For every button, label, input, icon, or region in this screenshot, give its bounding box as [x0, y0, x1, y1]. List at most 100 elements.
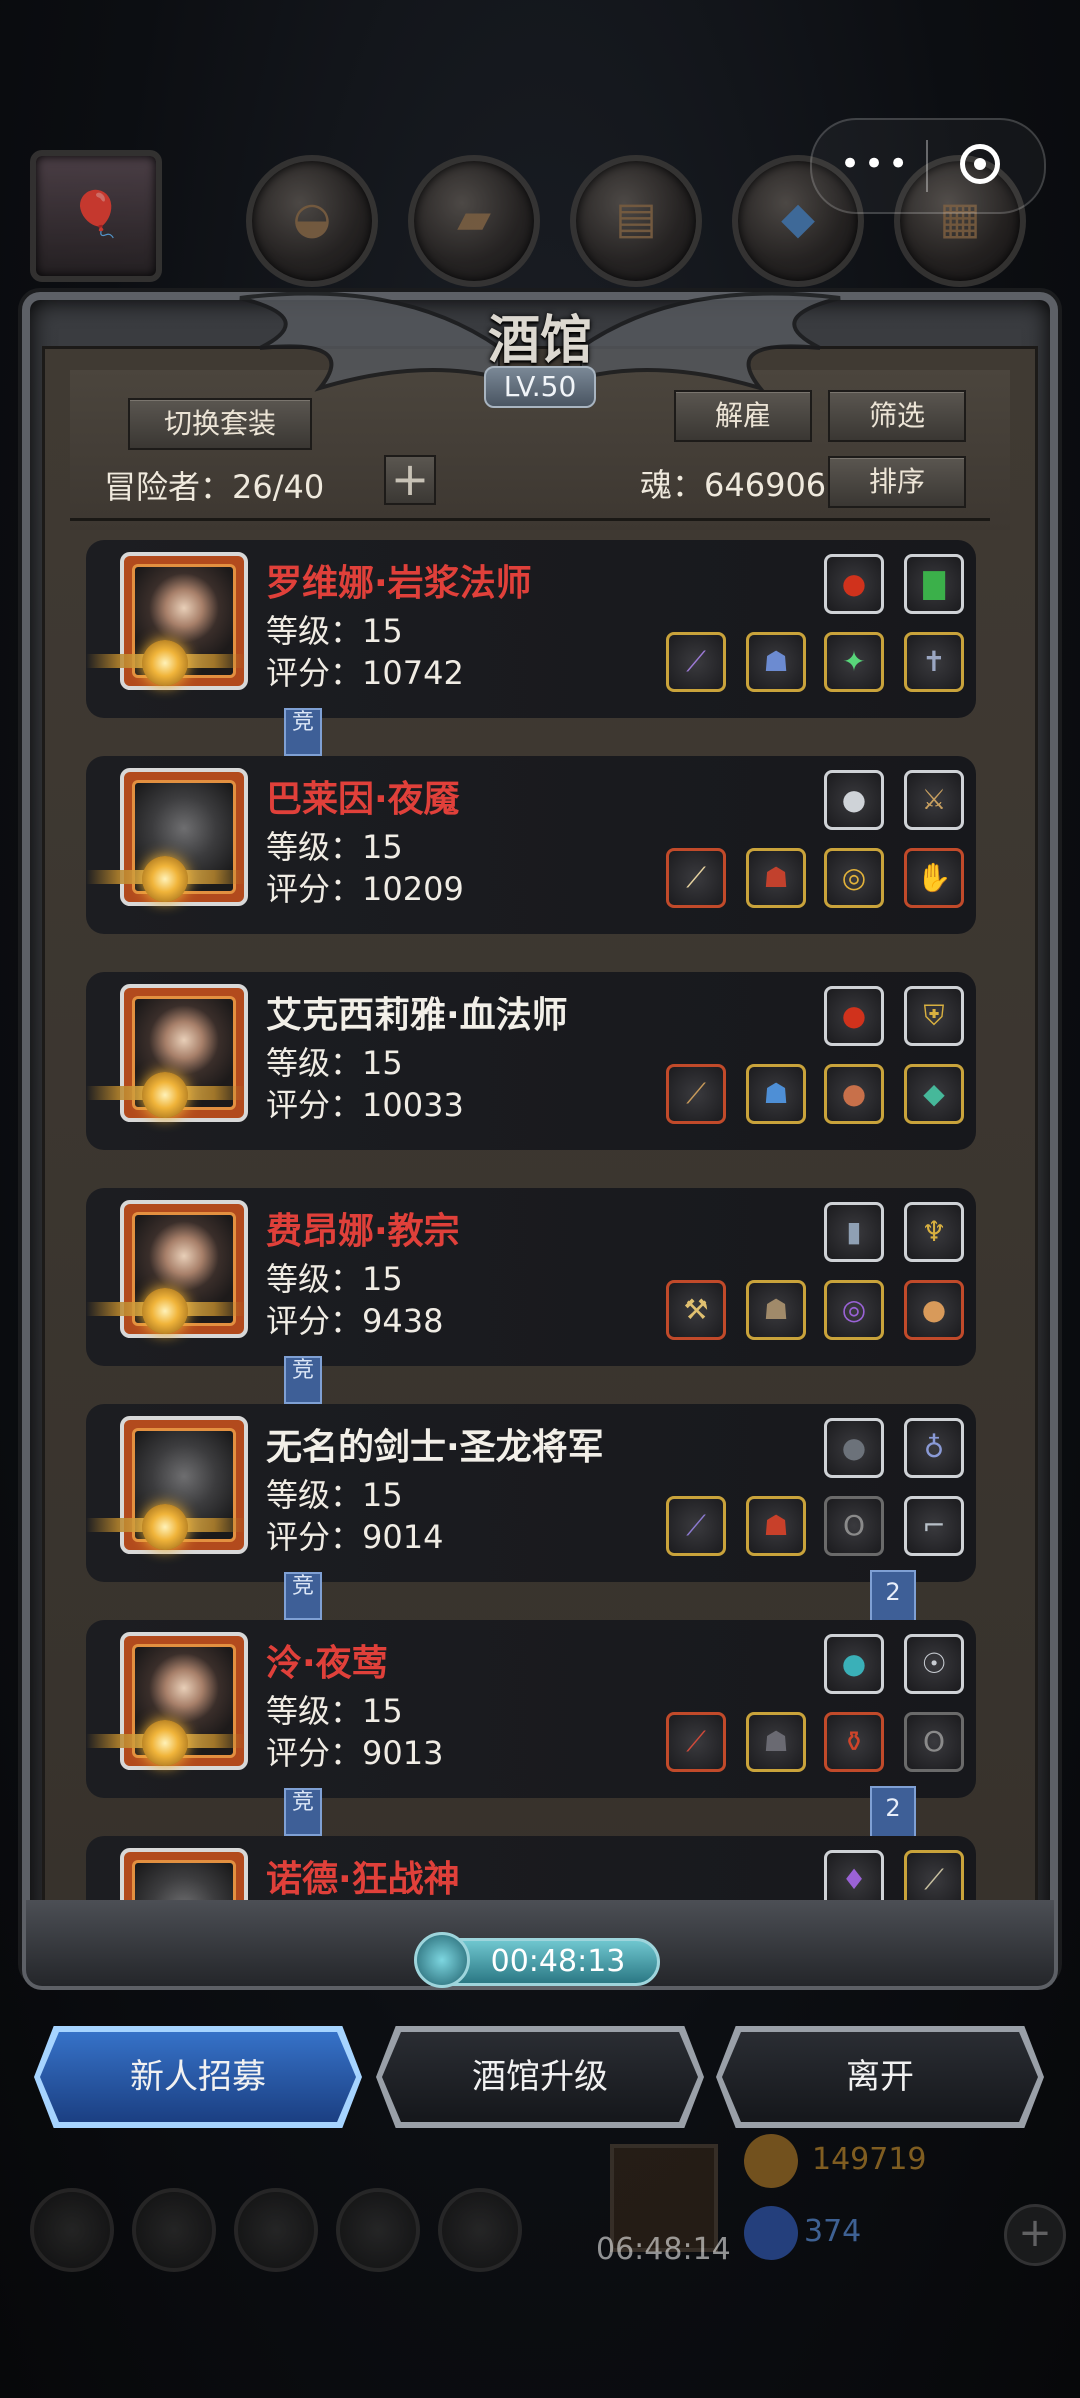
red-blade-icon[interactable]: ⟋ — [666, 1712, 726, 1772]
copper-orb-icon[interactable]: ● — [824, 1064, 884, 1124]
red-gem-icon[interactable]: ● — [824, 986, 884, 1046]
red-potion-icon[interactable]: ⚱ — [824, 1712, 884, 1772]
switch-outfit-button[interactable]: 切换套装 — [128, 398, 312, 450]
guild-icon — [234, 2188, 318, 2272]
leave-button[interactable]: 离开 — [722, 2032, 1038, 2122]
tavern-upgrade-button[interactable]: 酒馆升级 — [382, 2032, 698, 2122]
dismiss-button[interactable]: 解雇 — [674, 390, 812, 442]
hero-name: 艾克西莉雅·血法师 — [266, 995, 568, 1036]
hero-level: 等级：15 — [266, 612, 403, 650]
boots-icon[interactable]: ⌐ — [904, 1496, 964, 1556]
tavern-level-badge: LV.50 — [484, 366, 596, 408]
hero-score: 评分：10209 — [266, 870, 464, 908]
close-program-icon[interactable] — [960, 144, 1000, 184]
arena-tag: 竞 — [284, 708, 322, 756]
hero-name: 泠·夜莺 — [266, 1643, 388, 1684]
mail-icon — [336, 2188, 420, 2272]
add-currency-icon: + — [1004, 2204, 1066, 2266]
count-badge: 2 — [870, 1786, 916, 1838]
gift-timer: 06:48:14 — [596, 2232, 731, 2267]
hero-level: 等级：15 — [266, 1044, 403, 1082]
header-divider — [70, 518, 990, 521]
necklace-icon[interactable]: ♁ — [904, 1418, 964, 1478]
capsule-divider — [926, 140, 928, 192]
staff-icon[interactable]: ⟋ — [666, 632, 726, 692]
rank-emblem-icon — [142, 856, 188, 902]
hero-score: 评分：9013 — [266, 1734, 444, 1772]
chalice-icon[interactable]: ♆ — [904, 1202, 964, 1262]
page-title: 酒馆 — [487, 310, 592, 371]
red-gem-icon[interactable]: ● — [824, 554, 884, 614]
hero-level: 等级：15 — [266, 1260, 403, 1298]
sort-button[interactable]: 排序 — [828, 456, 966, 508]
hero-name: 无名的剑士·圣龙将军 — [266, 1427, 604, 1468]
gem-icon — [744, 2206, 798, 2260]
hero-name: 费昂娜·教宗 — [266, 1211, 460, 1252]
gauntlet-icon[interactable]: ✋ — [904, 848, 964, 908]
red-armor-icon[interactable]: ☗ — [746, 848, 806, 908]
hero-score: 评分：10742 — [266, 654, 464, 692]
arena-tag: 竞 — [284, 1356, 322, 1404]
hero-score: 评分：9438 — [266, 1302, 444, 1340]
hero-name: 罗维娜·岩浆法师 — [266, 563, 532, 604]
add-slot-button[interactable]: + — [384, 455, 436, 505]
dark-armor-icon[interactable]: ☗ — [746, 1712, 806, 1772]
sword-icon[interactable]: ⟋ — [666, 1496, 726, 1556]
miniprogram-capsule: ••• — [810, 118, 1046, 214]
rank-emblem-icon — [142, 1504, 188, 1550]
hero-level: 等级：15 — [266, 1692, 403, 1730]
green-tome-icon[interactable]: ▇ — [904, 554, 964, 614]
hero-score: 评分：9014 — [266, 1518, 444, 1556]
cloak-icon[interactable]: ☗ — [746, 1280, 806, 1340]
hero-row[interactable]: 巴莱因·夜魇 等级：15 评分：10209 ● ⚔ ⟋ ☗ ◎ ✋ — [86, 756, 976, 934]
crest-icon[interactable]: ⛨ — [904, 986, 964, 1046]
arena-tag: 竞 — [284, 1572, 322, 1620]
map-icon — [438, 2188, 522, 2272]
dark-stone-icon[interactable]: ● — [824, 1418, 884, 1478]
white-gem-icon[interactable]: ● — [824, 770, 884, 830]
clock-icon — [414, 1932, 470, 1988]
gold-ring-icon[interactable]: ◎ — [824, 848, 884, 908]
filter-button[interactable]: 筛选 — [828, 390, 966, 442]
teal-stone-icon[interactable]: ◆ — [904, 1064, 964, 1124]
soul-count: 魂：646906 — [640, 466, 827, 504]
emerald-amulet-icon[interactable]: ✦ — [824, 632, 884, 692]
adventurer-count: 冒险者：26/40 — [104, 468, 325, 506]
purple-ring-icon[interactable]: ◎ — [824, 1280, 884, 1340]
gold-coin-icon — [744, 2134, 798, 2188]
blue-armor-icon[interactable]: ☗ — [746, 1064, 806, 1124]
slate-icon[interactable]: ▮ — [824, 1202, 884, 1262]
achievement-icon — [132, 2188, 216, 2272]
hero-row[interactable]: 诺德·狂战神 ♦ ⟋ — [86, 1836, 976, 1910]
gem-amount: 374 — [804, 2214, 862, 2249]
dagger-icon[interactable]: ⟋ — [666, 848, 726, 908]
red-robe-icon[interactable]: ☗ — [746, 1496, 806, 1556]
wand-icon[interactable]: ⟋ — [666, 1064, 726, 1124]
rank-emblem-icon — [142, 1072, 188, 1118]
gold-amount: 149719 — [812, 2142, 927, 2177]
hero-row[interactable]: 泠·夜莺 等级：15 评分：9013 ● ☉ ⟋ ☗ ⚱ O — [86, 1620, 976, 1798]
hero-row[interactable]: 罗维娜·岩浆法师 等级：15 评分：10742 ● ▇ ⟋ ☗ ✦ ✝ — [86, 540, 976, 718]
hammer-icon[interactable]: ⚒ — [666, 1280, 726, 1340]
cross-icon[interactable]: ✝ — [904, 632, 964, 692]
amber-orb-icon[interactable]: ● — [904, 1280, 964, 1340]
empty-ring-slot-icon[interactable]: O — [904, 1712, 964, 1772]
hero-row[interactable]: 无名的剑士·圣龙将军 等级：15 评分：9014 ● ♁ ⟋ ☗ O ⌐ — [86, 1404, 976, 1582]
hero-name: 巴莱因·夜魇 — [266, 779, 460, 820]
count-badge: 2 — [870, 1570, 916, 1622]
hero-name: 诺德·狂战神 — [266, 1859, 460, 1900]
rank-emblem-icon — [142, 1720, 188, 1766]
mask-icon[interactable]: ☉ — [904, 1634, 964, 1694]
event-icon: 🎈 — [30, 150, 162, 282]
hero-row[interactable]: 艾克西莉雅·血法师 等级：15 评分：10033 ● ⛨ ⟋ ☗ ● ◆ — [86, 972, 976, 1150]
more-menu-icon[interactable]: ••• — [840, 144, 910, 184]
hero-level: 等级：15 — [266, 1476, 403, 1514]
hero-score: 评分：10033 — [266, 1086, 464, 1124]
rank-emblem-icon — [142, 640, 188, 686]
recruit-button[interactable]: 新人招募 — [40, 2032, 356, 2122]
hero-row[interactable]: 费昂娜·教宗 等级：15 评分：9438 ▮ ♆ ⚒ ☗ ◎ ● — [86, 1188, 976, 1366]
blade-icon[interactable]: ⚔ — [904, 770, 964, 830]
empty-ring-slot-icon[interactable]: O — [824, 1496, 884, 1556]
robe-icon[interactable]: ☗ — [746, 632, 806, 692]
teal-gem-icon[interactable]: ● — [824, 1634, 884, 1694]
